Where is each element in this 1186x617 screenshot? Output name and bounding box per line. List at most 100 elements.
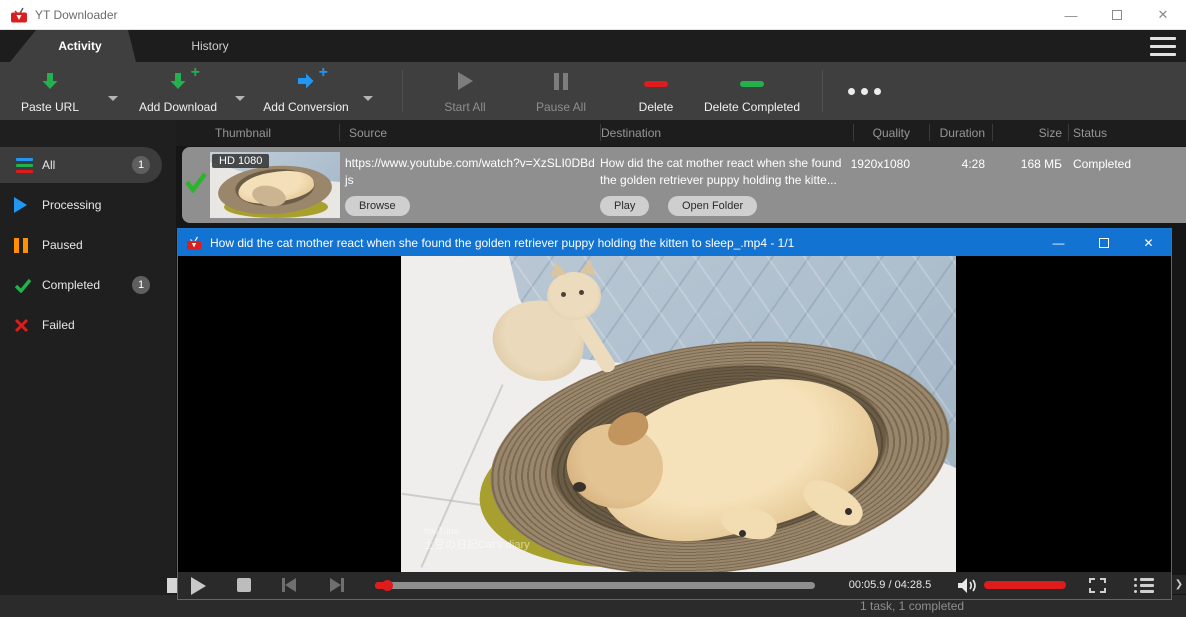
menu-icon[interactable] [1150, 37, 1176, 56]
sidebar-item-label: Completed [42, 278, 100, 292]
player-controls: 00:05.9 / 04:28.5 [178, 572, 1171, 599]
tab-history-label: History [191, 39, 228, 53]
video-thumbnail[interactable]: HD 1080 [210, 152, 340, 218]
player-titlebar: How did the cat mother react when she fo… [178, 229, 1171, 256]
browse-button[interactable]: Browse [345, 196, 410, 216]
completed-count-badge: 1 [132, 276, 150, 294]
hscrollbar-thumb[interactable] [167, 578, 177, 593]
add-download-icon [168, 71, 188, 91]
kitten-eye [561, 292, 566, 297]
duration-value: 4:28 [920, 157, 985, 171]
add-download-button[interactable]: + Add Download [132, 68, 224, 114]
add-conversion-caret[interactable] [363, 96, 373, 101]
next-track-icon[interactable] [330, 578, 344, 592]
column-header-status[interactable]: Status [1073, 126, 1107, 140]
pause-all-icon [554, 73, 568, 90]
pause-all-button[interactable]: Pause All [526, 68, 596, 114]
sidebar-item-label: Failed [42, 318, 75, 332]
all-filter-icon [14, 158, 34, 173]
stop-icon[interactable] [237, 578, 251, 592]
delete-completed-button[interactable]: Delete Completed [700, 68, 804, 114]
video-area[interactable]: YouTube 土豆の日記Cat's diary [178, 256, 1171, 572]
sidebar-item-completed[interactable]: Completed 1 [0, 267, 162, 303]
start-all-label: Start All [444, 100, 485, 114]
delete-button[interactable]: Delete [630, 68, 682, 114]
window-controls: — ✕ [1048, 0, 1186, 30]
all-count-badge: 1 [132, 156, 150, 174]
playlist-icon[interactable] [1134, 578, 1154, 593]
delete-completed-icon [740, 81, 764, 87]
start-all-button[interactable]: Start All [432, 68, 498, 114]
more-button[interactable] [848, 88, 881, 95]
play-icon[interactable] [191, 577, 206, 595]
size-value: 168 МБ [995, 157, 1062, 171]
open-folder-button[interactable]: Open Folder [668, 196, 757, 216]
column-header-thumbnail[interactable]: Thumbnail [215, 126, 271, 140]
player-close-button[interactable]: ✕ [1126, 236, 1171, 250]
player-minimize-button[interactable]: — [1036, 236, 1081, 250]
row-completed-check-icon [184, 171, 208, 193]
toolbar-separator [822, 70, 823, 112]
sidebar-item-failed[interactable]: Failed [0, 307, 162, 343]
paste-url-button[interactable]: Paste URL [10, 68, 90, 114]
sidebar-item-label: Paused [42, 238, 83, 252]
completed-check-icon [14, 278, 34, 293]
kitten-eye [579, 290, 584, 295]
tab-activity-label: Activity [44, 39, 101, 53]
sidebar-item-all[interactable]: All 1 [0, 147, 162, 183]
previous-track-icon[interactable] [282, 578, 296, 592]
tab-activity[interactable]: Activity [10, 30, 136, 62]
close-button[interactable]: ✕ [1140, 7, 1186, 23]
start-all-icon [458, 72, 473, 90]
kitten-ear [580, 258, 599, 275]
watermark-line1: YouTube [423, 526, 530, 536]
column-header-quality[interactable]: Quality [816, 126, 910, 140]
column-header-destination[interactable]: Destination [601, 126, 661, 140]
puppy-paw [739, 530, 746, 537]
player-maximize-icon [1099, 238, 1109, 248]
delete-completed-label: Delete Completed [704, 100, 800, 114]
add-conversion-button[interactable]: + Add Conversion [258, 68, 354, 114]
seek-bar[interactable] [375, 582, 815, 589]
player-title: How did the cat mother react when she fo… [210, 236, 794, 250]
watermark-line2: 土豆の日記Cat's diary [423, 536, 530, 552]
table-row[interactable]: HD 1080 https://www.youtube.com/watch?v=… [182, 147, 1186, 223]
speaker-icon[interactable] [957, 577, 977, 594]
column-header-source[interactable]: Source [349, 126, 387, 140]
delete-icon [644, 81, 668, 87]
app-icon [10, 7, 28, 23]
app-window: YT Downloader — ✕ Activity History Paste… [0, 0, 1186, 617]
player-maximize-button[interactable] [1081, 238, 1126, 248]
add-download-label: Add Download [139, 100, 217, 114]
player-app-icon [186, 236, 202, 250]
fullscreen-icon[interactable] [1089, 578, 1106, 593]
add-download-caret[interactable] [235, 96, 245, 101]
player-window: How did the cat mother react when she fo… [177, 228, 1172, 600]
puppy-nose [573, 482, 586, 492]
add-download-plus-icon: + [191, 64, 200, 82]
paste-url-label: Paste URL [21, 100, 79, 114]
sidebar-item-processing[interactable]: Processing [0, 187, 162, 223]
more-icon [848, 88, 855, 95]
hscrollbar-right-arrow[interactable]: ❯ [1172, 575, 1186, 594]
source-url: https://www.youtube.com/watch?v=XzSLI0DB… [345, 155, 597, 189]
volume-slider[interactable] [984, 581, 1066, 589]
column-separator [853, 124, 854, 141]
add-conversion-plus-icon: + [319, 64, 328, 82]
time-display: 00:05.9 / 04:28.5 [830, 579, 950, 591]
column-header-size[interactable]: Size [995, 126, 1062, 140]
column-separator [600, 124, 601, 141]
delete-label: Delete [639, 100, 674, 114]
table-header: Thumbnail Source Destination Quality Dur… [176, 120, 1186, 146]
processing-icon [14, 197, 34, 213]
minimize-button[interactable]: — [1048, 8, 1094, 23]
play-button[interactable]: Play [600, 196, 649, 216]
paste-url-caret[interactable] [108, 96, 118, 101]
tab-history[interactable]: History [150, 30, 270, 62]
sidebar-item-paused[interactable]: Paused [0, 227, 162, 263]
seek-knob[interactable] [382, 580, 393, 591]
puppy-paw [845, 508, 852, 515]
maximize-button[interactable] [1094, 10, 1140, 20]
sidebar-item-label: All [42, 158, 55, 172]
destination-text: How did the cat mother react when she fo… [600, 155, 856, 189]
